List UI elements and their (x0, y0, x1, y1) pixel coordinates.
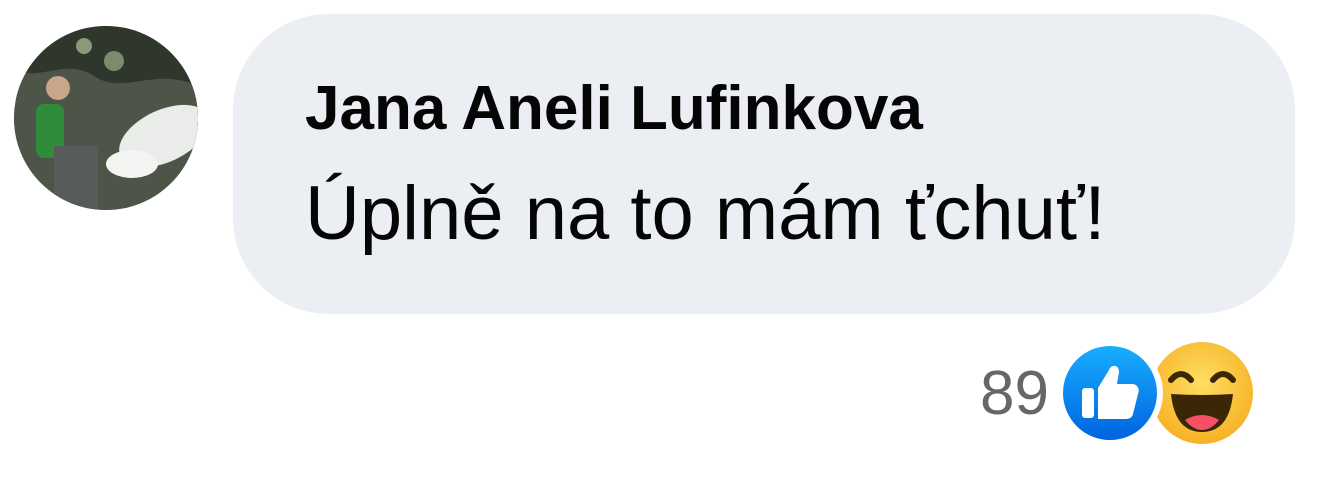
haha-icon (1149, 340, 1255, 446)
comment-bubble: Jana Aneli Lufinkova Úplně na to mám ťch… (233, 14, 1295, 314)
like-icon (1056, 340, 1163, 446)
comment: Jana Aneli Lufinkova Úplně na to mám ťch… (0, 0, 1325, 480)
reactions-summary[interactable]: 89 (980, 340, 1257, 448)
avatar-photo-icon (14, 26, 198, 210)
comment-text: Úplně na to mám ťchuť! (305, 171, 1106, 256)
comment-author[interactable]: Jana Aneli Lufinkova (305, 78, 923, 140)
avatar[interactable] (14, 26, 198, 210)
reaction-icons (1056, 340, 1257, 448)
reaction-count: 89 (980, 359, 1049, 428)
